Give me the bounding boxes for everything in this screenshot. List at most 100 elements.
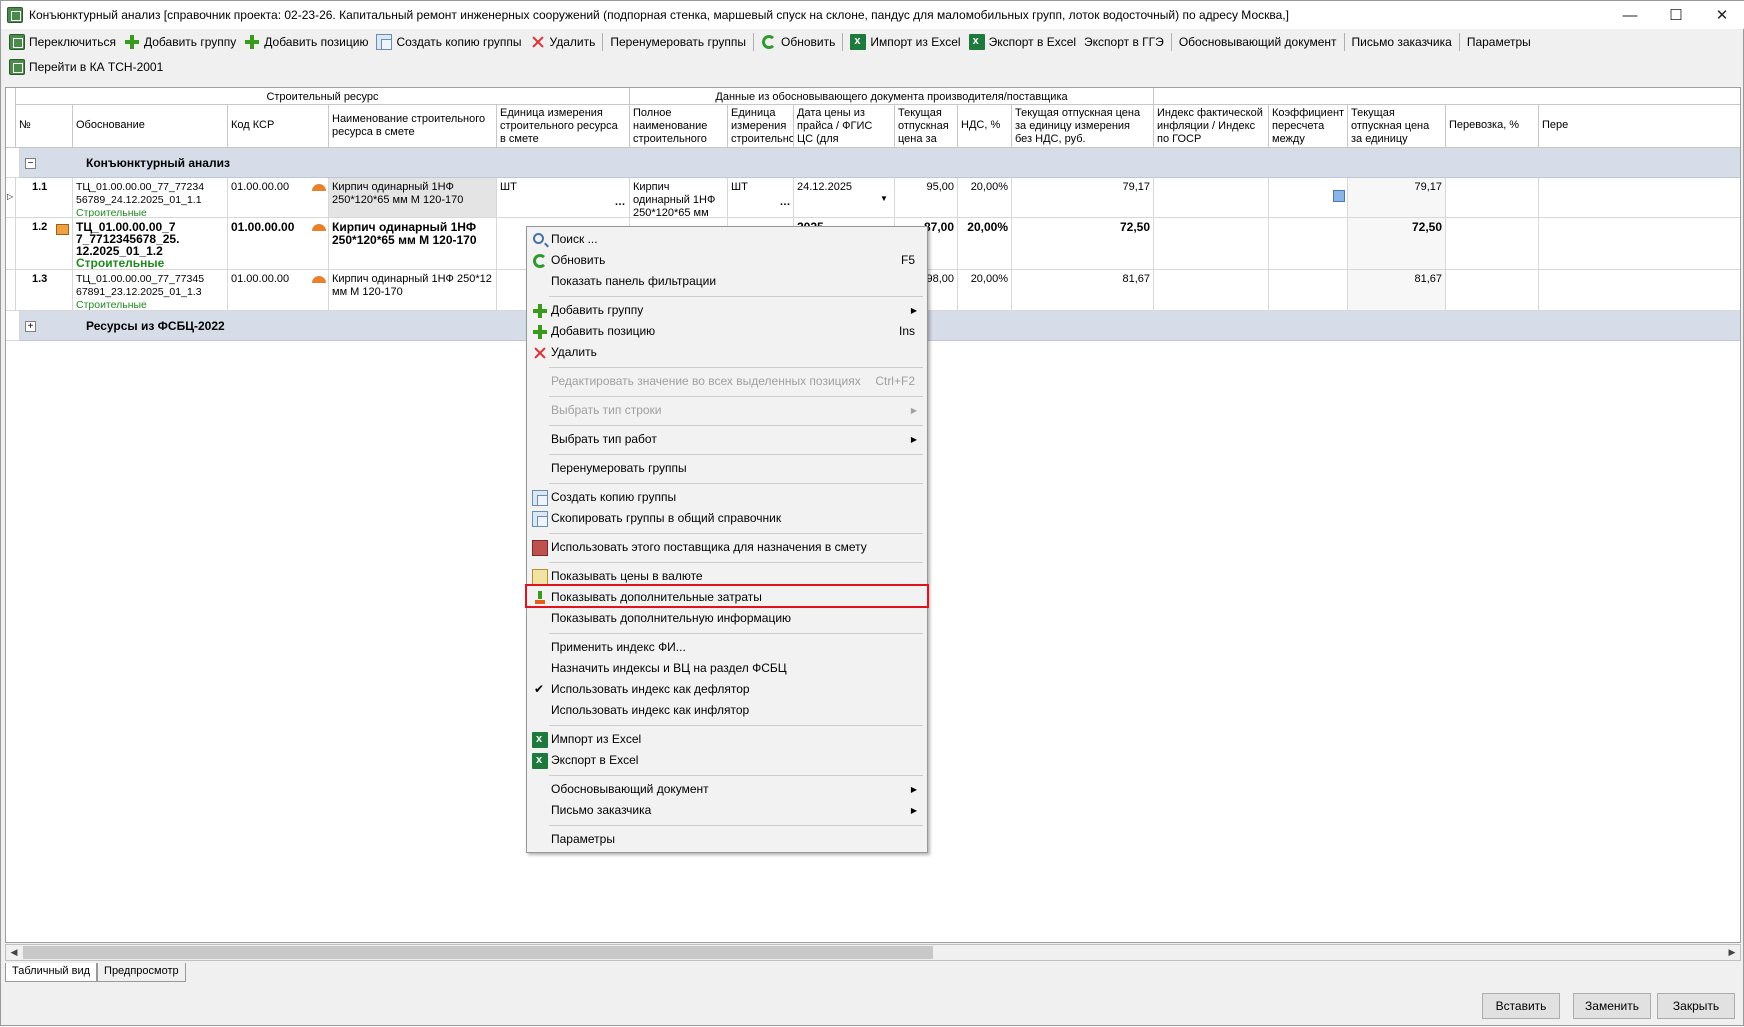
tab-table-view[interactable]: Табличный вид: [5, 963, 98, 982]
col-header-date[interactable]: Дата цены из прайса / ФГИС ЦС (для ФСБЦ-…: [794, 105, 895, 148]
col-header-price-smeta[interactable]: Текущая отпускная цена за единицу измере…: [1348, 105, 1446, 148]
cell-num[interactable]: 1.2: [16, 218, 73, 270]
cell-price-novat[interactable]: 72,50: [1012, 218, 1154, 270]
col-header-price-novat[interactable]: Текущая отпускная цена за единицу измере…: [1012, 105, 1154, 148]
cell-price[interactable]: 95,00: [895, 178, 958, 218]
cell-unit2[interactable]: ШТ…: [728, 178, 794, 218]
cell-full-name[interactable]: Кирпич одинарный 1НФ 250*120*65 мм: [630, 178, 728, 218]
menu-item-extra-info[interactable]: Показывать дополнительную информацию: [529, 608, 925, 629]
cell-more[interactable]: [1539, 178, 1740, 218]
cell-ksr[interactable]: 01.00.00.00: [228, 178, 329, 218]
cell-coefficient[interactable]: [1269, 270, 1348, 311]
cell-inflation-index[interactable]: [1154, 178, 1269, 218]
menu-item-copy-to-common[interactable]: Скопировать группы в общий справочник: [529, 508, 925, 529]
horizontal-scrollbar[interactable]: ◀ ▶: [5, 944, 1741, 961]
col-header-full-name[interactable]: Полное наименование строительного ресурс…: [630, 105, 728, 148]
cell-ksr[interactable]: 01.00.00.00: [228, 218, 329, 270]
cell-date[interactable]: 24.12.2025 ▼: [794, 178, 895, 218]
cell-name[interactable]: Кирпич одинарный 1НФ 250*120*65 мм М 120…: [329, 218, 497, 270]
col-header-ksr[interactable]: Код КСР: [228, 105, 329, 148]
expand-toggle[interactable]: +: [25, 321, 36, 332]
menu-item-parameters[interactable]: Параметры: [529, 829, 925, 850]
cell-num[interactable]: 1.3: [16, 270, 73, 311]
col-header-num[interactable]: №: [16, 105, 73, 148]
cell-more[interactable]: [1539, 218, 1740, 270]
dropdown-arrow-icon[interactable]: ▼: [880, 192, 888, 205]
menu-item-delete[interactable]: Удалить: [529, 342, 925, 363]
menu-item-renumber[interactable]: Перенумеровать группы: [529, 458, 925, 479]
cell-inflation-index[interactable]: [1154, 270, 1269, 311]
insert-button[interactable]: Вставить: [1482, 993, 1560, 1019]
menu-item-supporting-document[interactable]: Обосновывающий документ ▶: [529, 779, 925, 800]
refresh-button[interactable]: Обновить: [757, 31, 839, 53]
replace-button[interactable]: Заменить: [1573, 993, 1651, 1019]
menu-item-apply-fi-index[interactable]: Применить индекс ФИ...: [529, 637, 925, 658]
cell-name[interactable]: Кирпич одинарный 1НФ 250*120*65 мм М 120…: [329, 178, 497, 218]
col-header-price[interactable]: Текущая отпускная цена за единицу: [895, 105, 958, 148]
menu-item-refresh[interactable]: Обновить F5: [529, 250, 925, 271]
col-header-unit2[interactable]: Единица измерения строительног ресурса,: [728, 105, 794, 148]
menu-item-customer-letter[interactable]: Письмо заказчика ▶: [529, 800, 925, 821]
cell-price-smeta[interactable]: 72,50: [1348, 218, 1446, 270]
col-header-coefficient[interactable]: Коэффициент пересчета между единицами: [1269, 105, 1348, 148]
cell-basis[interactable]: ТЦ_01.00.00.00_7 7_7712345678_25. 12.202…: [73, 218, 228, 270]
menu-item-copy-group[interactable]: Создать копию группы: [529, 487, 925, 508]
switch-button[interactable]: Переключиться: [5, 31, 120, 53]
cell-price-novat[interactable]: 81,67: [1012, 270, 1154, 311]
cell-basis[interactable]: ТЦ_01.00.00.00_77_77345 67891_23.12.2025…: [73, 270, 228, 311]
cell-price-smeta[interactable]: 79,17: [1348, 178, 1446, 218]
col-header-unit[interactable]: Единица измерения строительного ресурса …: [497, 105, 630, 148]
cell-transport[interactable]: [1446, 178, 1539, 218]
menu-item-inflator[interactable]: Использовать индекс как инфлятор: [529, 700, 925, 721]
parameters-button[interactable]: Параметры: [1463, 31, 1535, 53]
cell-vat[interactable]: 20,00%: [958, 270, 1012, 311]
export-gge-button[interactable]: Экспорт в ГГЭ: [1080, 31, 1168, 53]
add-group-button[interactable]: Добавить группу: [120, 31, 240, 53]
export-excel-button[interactable]: Экспорт в Excel: [965, 31, 1080, 53]
collapse-toggle[interactable]: −: [25, 158, 36, 169]
close-button[interactable]: ✕: [1699, 1, 1744, 29]
cell-ksr[interactable]: 01.00.00.00: [228, 270, 329, 311]
cell-vat[interactable]: 20,00%: [958, 178, 1012, 218]
menu-item-import-excel[interactable]: Импорт из Excel: [529, 729, 925, 750]
col-header-name[interactable]: Наименование строительного ресурса в сме…: [329, 105, 497, 148]
cell-basis[interactable]: ТЦ_01.00.00.00_77_77234 56789_24.12.2025…: [73, 178, 228, 218]
scroll-thumb[interactable]: [23, 946, 933, 959]
group-row-analysis[interactable]: − Конъюнктурный анализ: [20, 148, 1740, 178]
cell-coefficient[interactable]: [1269, 218, 1348, 270]
cell-inflation-index[interactable]: [1154, 218, 1269, 270]
copy-group-button[interactable]: Создать копию группы: [372, 31, 525, 53]
import-excel-button[interactable]: Импорт из Excel: [846, 31, 964, 53]
cell-price-smeta[interactable]: 81,67: [1348, 270, 1446, 311]
cell-more[interactable]: [1539, 270, 1740, 311]
cell-coefficient[interactable]: [1269, 178, 1348, 218]
menu-item-assign-indexes[interactable]: Назначить индексы и ВЦ на раздел ФСБЦ: [529, 658, 925, 679]
add-position-button[interactable]: Добавить позицию: [240, 31, 372, 53]
cell-num[interactable]: 1.1: [16, 178, 73, 218]
maximize-button[interactable]: ☐: [1653, 1, 1699, 29]
menu-item-search[interactable]: Поиск ...: [529, 229, 925, 250]
menu-item-filter-panel[interactable]: Показать панель фильтрации: [529, 271, 925, 292]
customer-letter-button[interactable]: Письмо заказчика: [1348, 31, 1456, 53]
ellipsis-button[interactable]: …: [613, 196, 627, 209]
menu-item-use-supplier[interactable]: Использовать этого поставщика для назнач…: [529, 537, 925, 558]
delete-button[interactable]: Удалить: [526, 31, 600, 53]
cell-vat[interactable]: 20,00%: [958, 218, 1012, 270]
menu-item-add-group[interactable]: Добавить группу ▶: [529, 300, 925, 321]
ellipsis-button[interactable]: …: [778, 196, 792, 209]
col-header-inflation-index[interactable]: Индекс фактической инфляции / Индекс по …: [1154, 105, 1269, 148]
renumber-groups-button[interactable]: Перенумеровать группы: [606, 31, 750, 53]
menu-item-add-position[interactable]: Добавить позицию Ins: [529, 321, 925, 342]
calculator-icon[interactable]: [1333, 190, 1345, 202]
minimize-button[interactable]: —: [1607, 1, 1653, 29]
menu-item-deflator[interactable]: ✔ Использовать индекс как дефлятор: [529, 679, 925, 700]
cell-name[interactable]: Кирпич одинарный 1НФ 250*12 мм М 120-170: [329, 270, 497, 311]
cell-price-novat[interactable]: 79,17: [1012, 178, 1154, 218]
close-dialog-button[interactable]: Закрыть: [1657, 993, 1735, 1019]
scroll-right-icon[interactable]: ▶: [1724, 945, 1740, 960]
goto-tsn-button[interactable]: Перейти в КА ТСН-2001: [5, 56, 167, 78]
scroll-left-icon[interactable]: ◀: [6, 945, 22, 960]
cell-unit[interactable]: ШТ…: [497, 178, 630, 218]
col-header-basis[interactable]: Обоснование: [73, 105, 228, 148]
menu-item-work-type[interactable]: Выбрать тип работ ▶: [529, 429, 925, 450]
